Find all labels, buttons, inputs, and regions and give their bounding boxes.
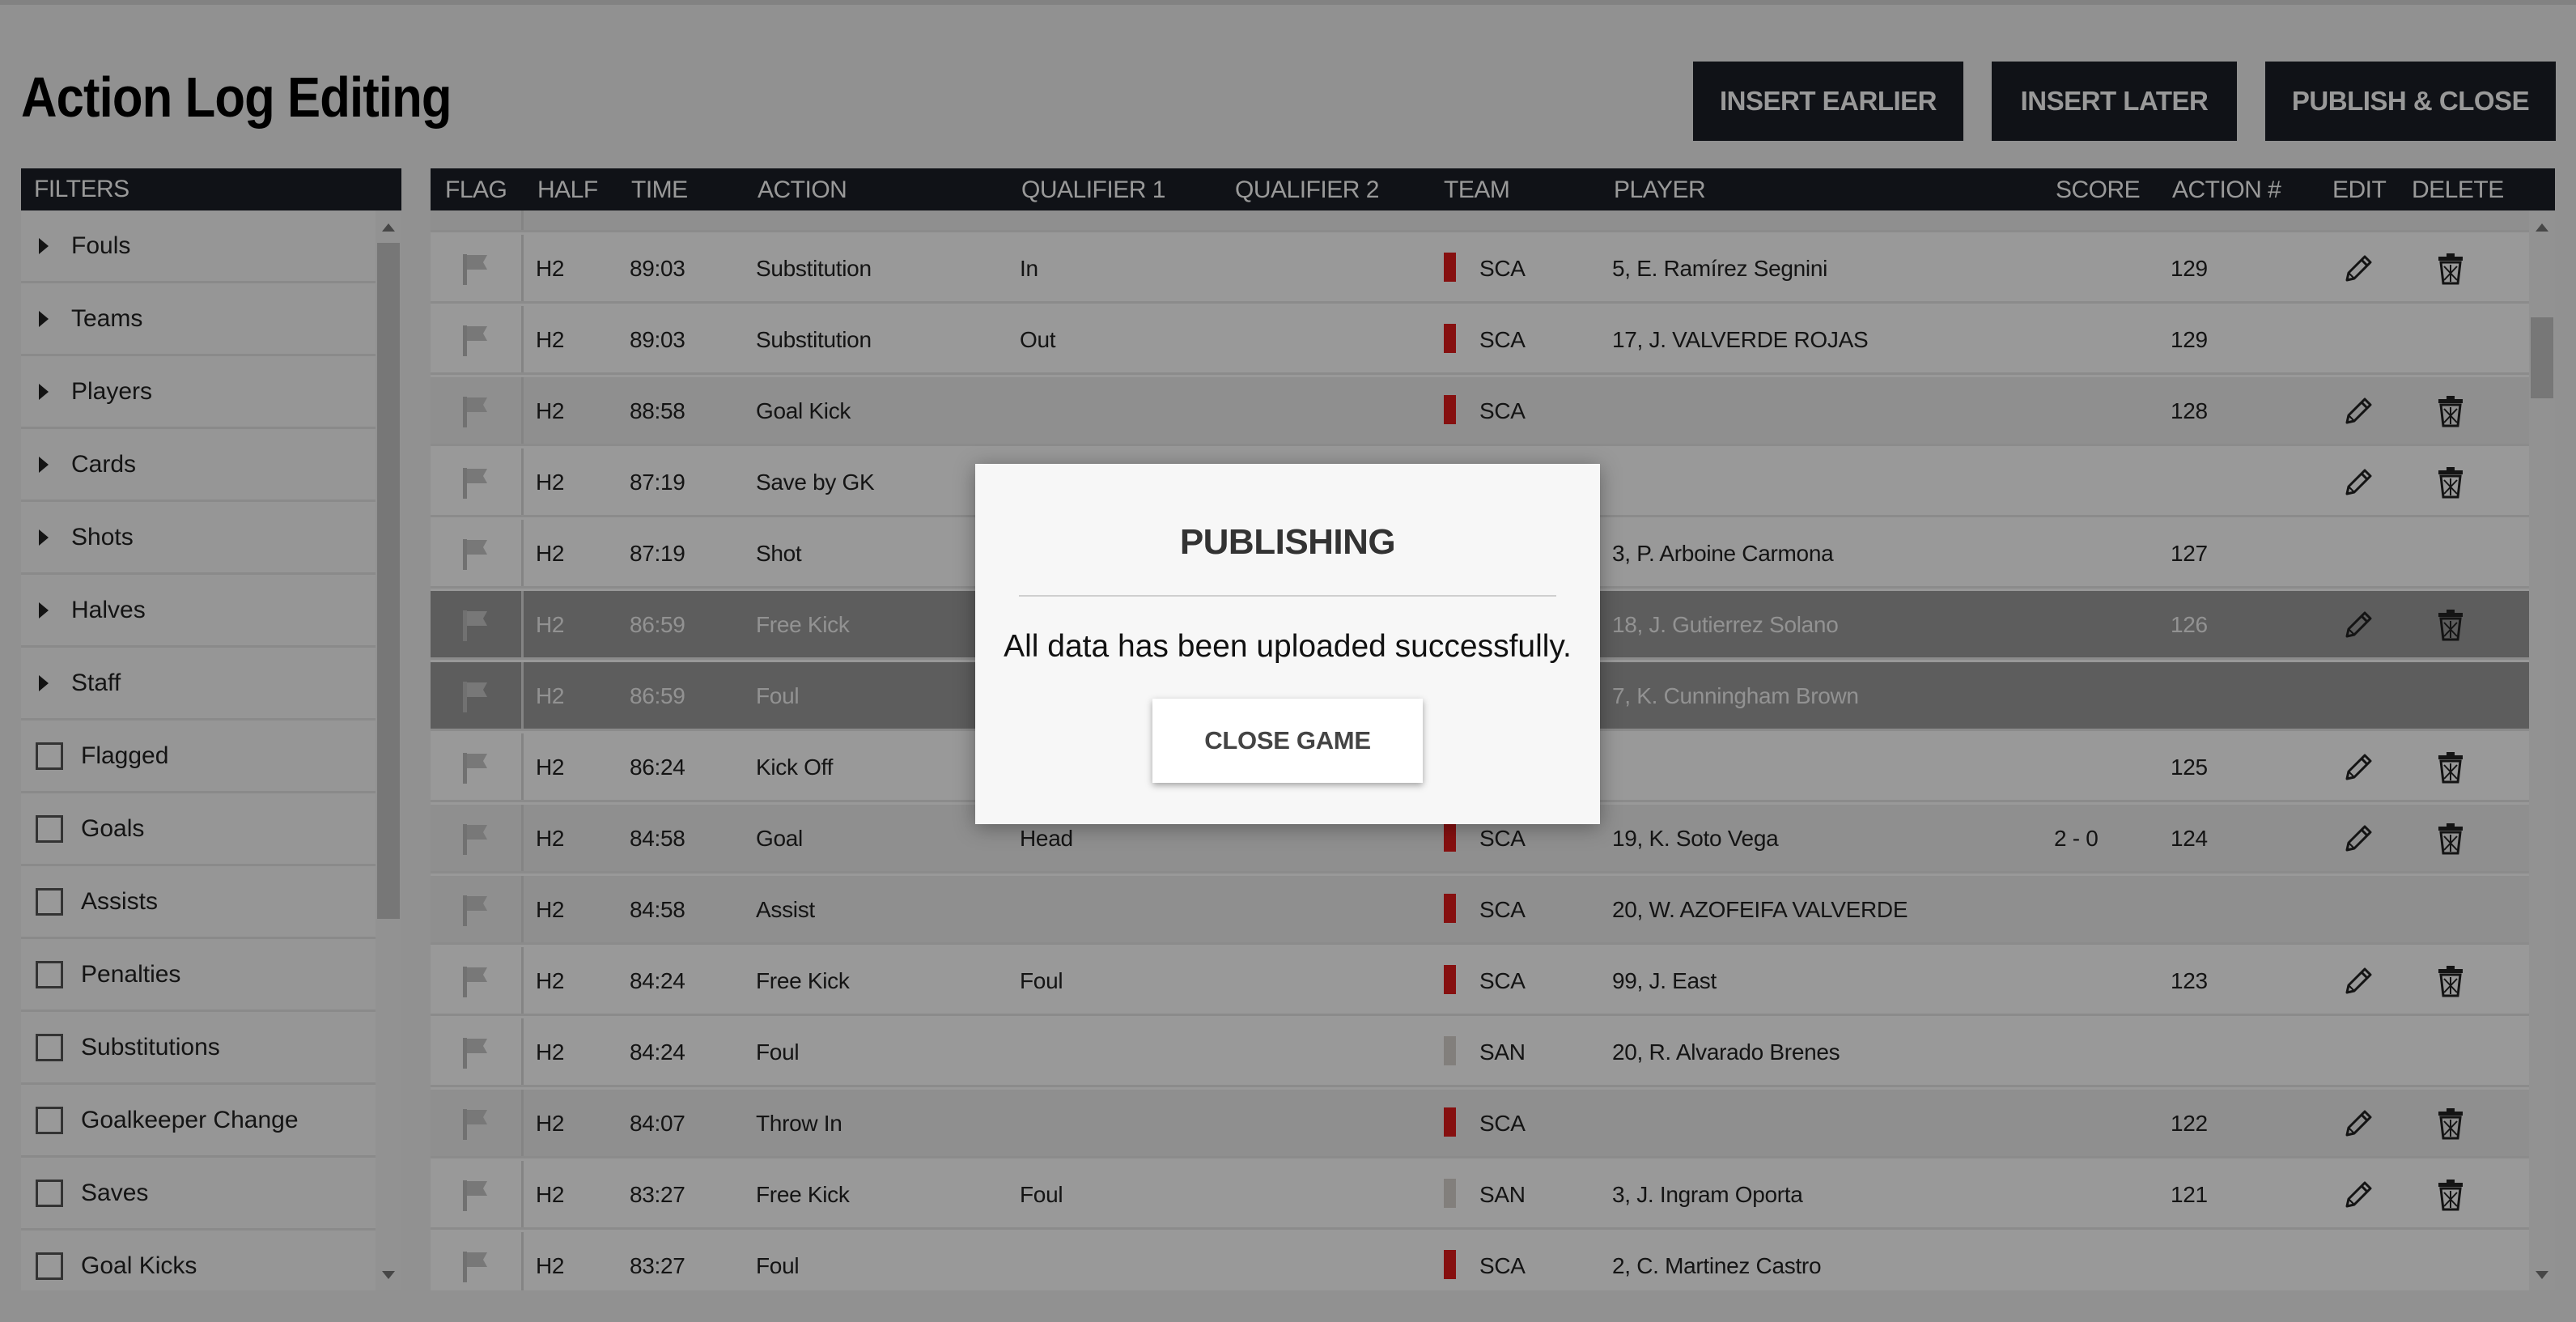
dialog-message: All data has been uploaded successfully. — [1004, 629, 1572, 664]
close-game-button[interactable]: CLOSE GAME — [1152, 699, 1423, 783]
dialog-title: PUBLISHING — [1179, 522, 1396, 562]
app-root: Action Log Editing INSERT EARLIER INSERT… — [0, 0, 2576, 1322]
publishing-dialog: PUBLISHING All data has been uploaded su… — [975, 464, 1600, 824]
dialog-divider — [1019, 595, 1556, 597]
